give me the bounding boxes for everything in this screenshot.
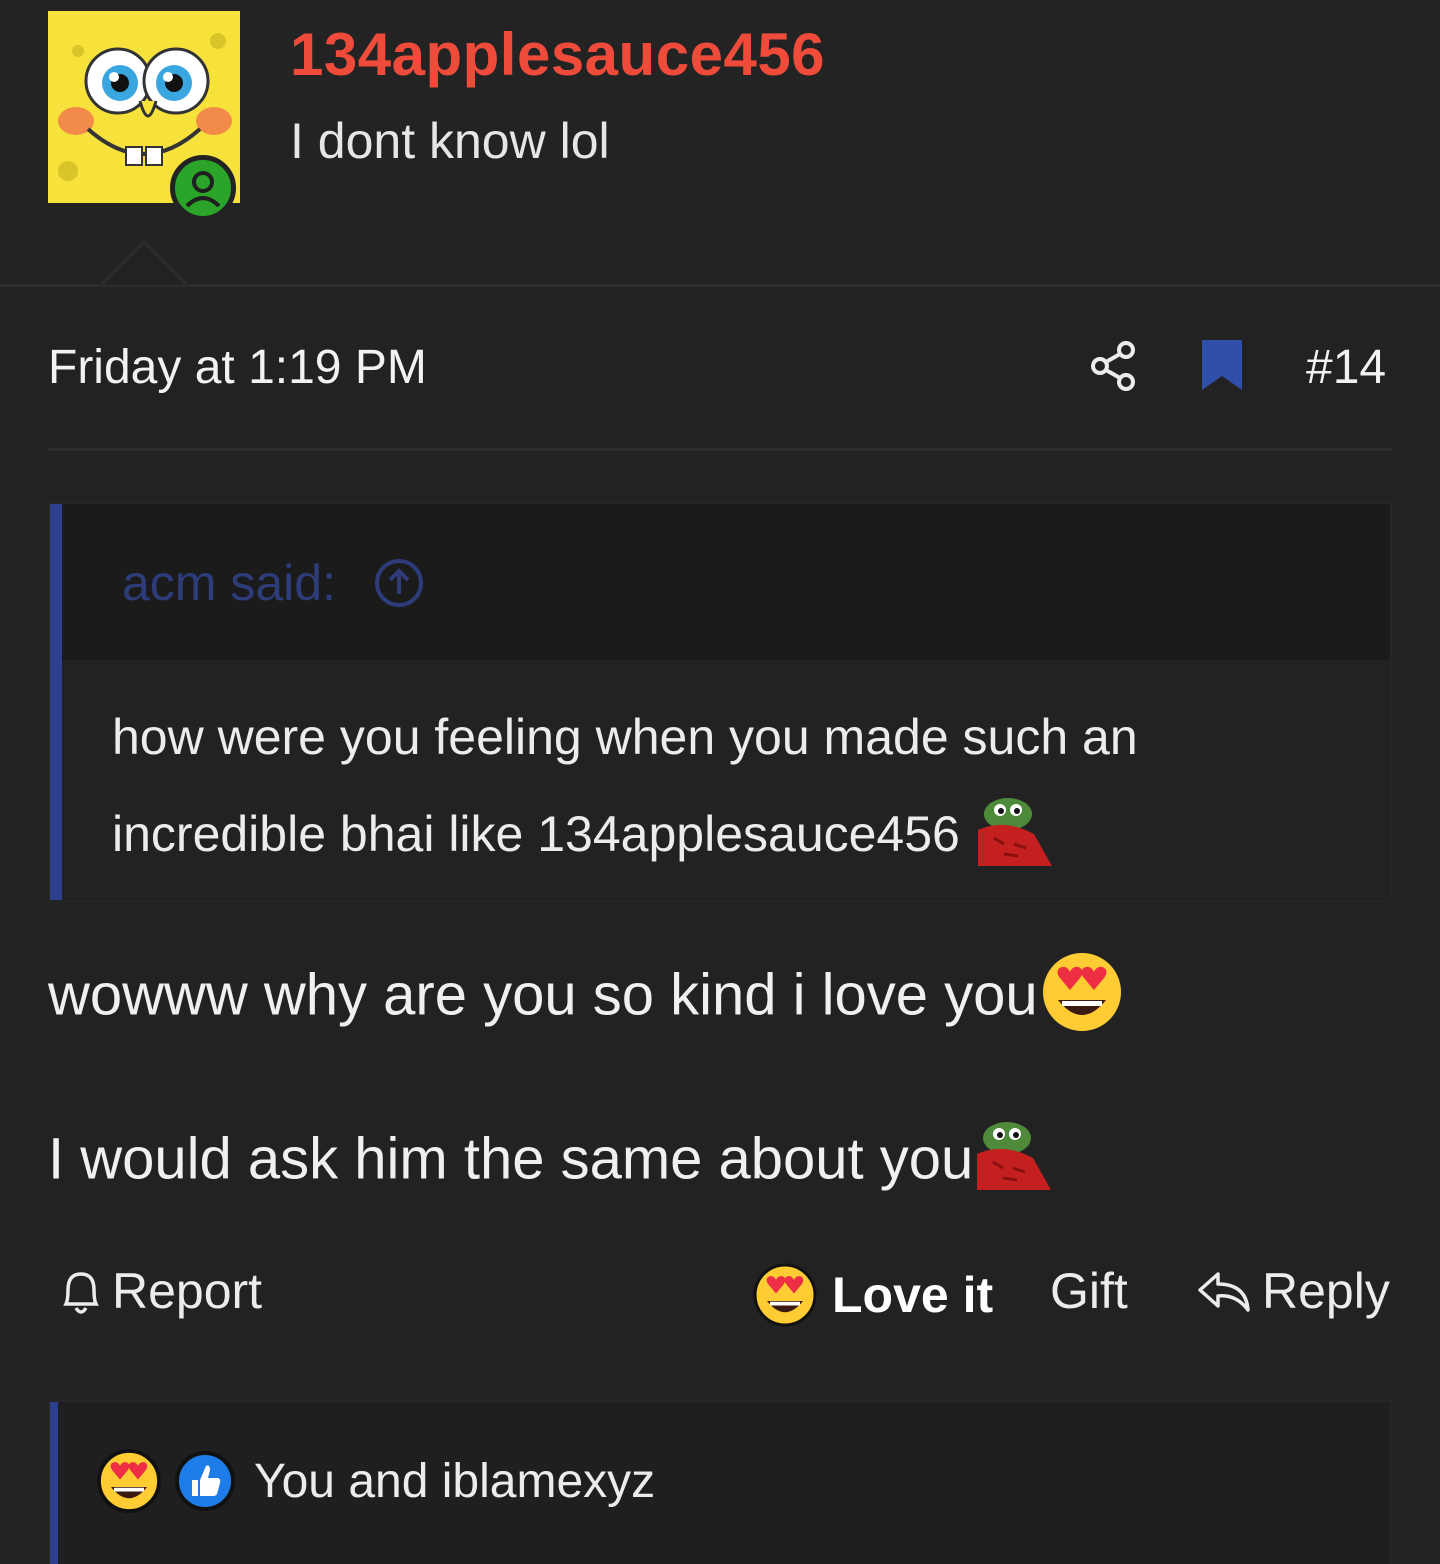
user-title: I dont know lol	[290, 113, 610, 169]
love-it-button[interactable]: Love it	[752, 1262, 993, 1328]
quote-body: how were you feeling when you made such …	[62, 660, 1390, 900]
gift-button[interactable]: Gift	[1050, 1262, 1128, 1320]
message-text: wowww why are you so kind i love you	[48, 962, 1038, 1028]
message-line: I would ask him the same about you	[48, 1118, 1053, 1208]
quote-header: acm said:	[62, 504, 1390, 660]
report-button[interactable]: Report	[58, 1262, 262, 1320]
reply-button[interactable]: Reply	[1196, 1262, 1390, 1320]
online-user-icon	[170, 155, 236, 221]
reactions-summary-text: You and iblamexyz	[254, 1454, 656, 1508]
quote-text-line: incredible bhai like 134applesauce456	[112, 794, 1054, 882]
heart-eyes-emoji-icon	[97, 1449, 161, 1513]
post-number-link[interactable]: #14	[1306, 340, 1386, 395]
reactions-accent-bar	[50, 1402, 58, 1564]
bookmark-icon[interactable]	[1202, 340, 1242, 390]
bell-icon	[63, 1272, 99, 1314]
reactions-summary[interactable]: You and iblamexyz	[48, 1400, 1392, 1564]
pepe-blanket-icon	[973, 1118, 1053, 1208]
divider	[48, 448, 1392, 451]
post-user-header: 134applesauce456 I dont know lol	[0, 0, 1440, 287]
message-line: wowww why are you so kind i love you	[48, 948, 1126, 1050]
post-actions-bar: Report Love it Gift Reply	[0, 1262, 1440, 1342]
quote-author-link[interactable]: acm said:	[122, 554, 336, 612]
heart-eyes-emoji-icon	[1038, 948, 1126, 1050]
post-date-link[interactable]: Friday at 1:19 PM	[48, 340, 427, 395]
header-pointer-inner	[103, 244, 185, 285]
love-it-label: Love it	[832, 1267, 994, 1323]
reply-icon	[1198, 1272, 1250, 1312]
heart-eyes-emoji-icon	[753, 1263, 817, 1327]
message-text: I would ask him the same about you	[48, 1126, 974, 1192]
quote-block: acm said: how were you feeling when you …	[48, 502, 1392, 902]
share-icon[interactable]	[1088, 340, 1140, 392]
pepe-blanket-icon	[974, 794, 1054, 882]
quote-text-line: how were you feeling when you made such …	[112, 709, 1138, 765]
reply-label: Reply	[1262, 1263, 1390, 1319]
quote-accent-bar	[50, 504, 62, 900]
report-label: Report	[112, 1263, 263, 1319]
quote-text: incredible bhai like 134applesauce456	[112, 806, 960, 863]
username-link[interactable]: 134applesauce456	[290, 20, 825, 89]
thumbs-up-icon	[175, 1451, 235, 1511]
reactions-row: You and iblamexyz	[96, 1448, 655, 1514]
go-to-quote-icon[interactable]	[374, 558, 424, 608]
